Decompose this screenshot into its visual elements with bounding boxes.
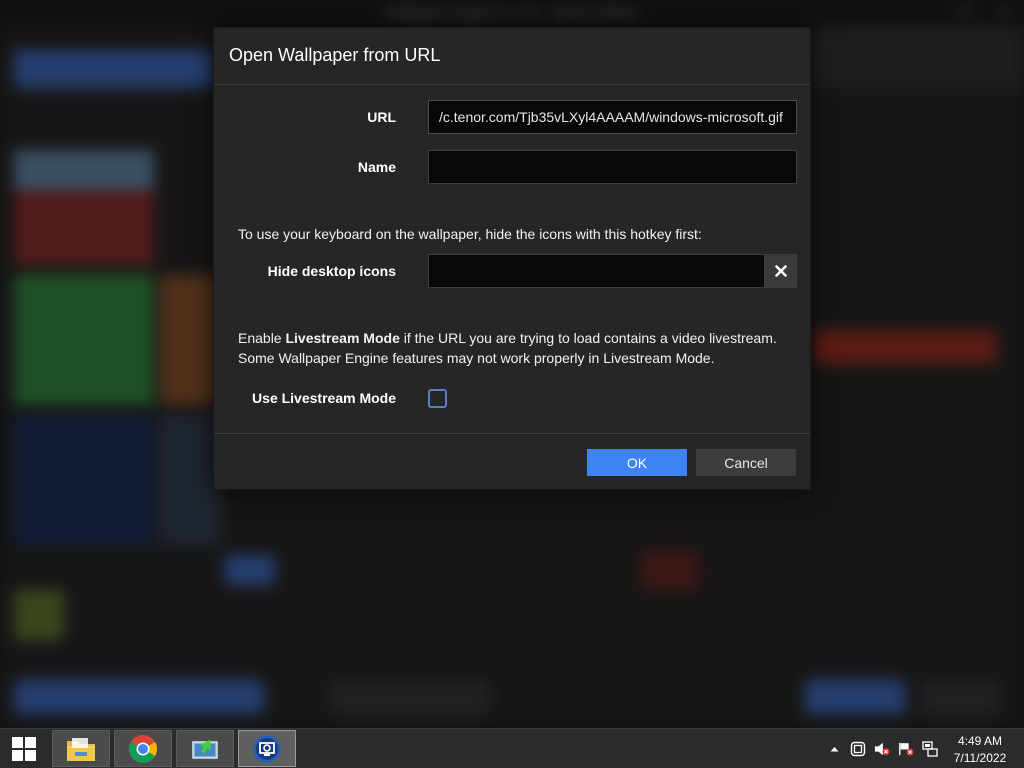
installer-icon [192, 739, 218, 759]
url-input[interactable] [428, 100, 797, 134]
livestream-info-suffix: if the URL you are trying to load contai… [399, 330, 777, 346]
livestream-checkbox[interactable] [428, 389, 447, 408]
taskbar-installer[interactable] [176, 730, 234, 767]
taskbar-clock[interactable]: 4:49 AM 7/11/2022 [944, 733, 1016, 767]
chrome-icon [129, 734, 157, 763]
action-center-flag-icon[interactable] [898, 741, 914, 757]
livestream-info-prefix: Enable [238, 330, 286, 346]
name-input[interactable] [428, 150, 797, 184]
livestream-info-text: Enable Livestream Mode if the URL you ar… [238, 328, 777, 368]
clock-time: 4:49 AM [957, 734, 1003, 748]
open-wallpaper-dialog: Open Wallpaper from URL URL Name To use … [213, 27, 811, 490]
close-icon [774, 265, 787, 277]
livestream-info-line2: Some Wallpaper Engine features may not w… [238, 350, 715, 366]
hide-icons-label: Hide desktop icons [267, 263, 396, 279]
dialog-footer-divider [214, 433, 810, 434]
hotkey-info-text: To use your keyboard on the wallpaper, h… [238, 226, 702, 242]
taskbar-file-explorer[interactable] [52, 730, 110, 767]
wallpaper-engine-icon [253, 735, 281, 762]
show-hidden-icons-chevron-icon[interactable] [826, 741, 842, 757]
folder-icon [67, 737, 95, 761]
clock-date: 7/11/2022 [953, 751, 1007, 765]
start-button[interactable] [0, 729, 48, 768]
volume-muted-icon[interactable] [874, 741, 890, 757]
livestream-label: Use Livestream Mode [252, 390, 396, 406]
taskbar-wallpaper-engine[interactable] [238, 730, 296, 767]
url-label: URL [367, 109, 396, 125]
clear-hotkey-button[interactable] [764, 254, 797, 288]
hide-icons-hotkey-input[interactable] [428, 254, 764, 288]
dialog-title: Open Wallpaper from URL [229, 45, 441, 65]
network-icon[interactable] [922, 741, 938, 757]
ok-button[interactable]: OK [587, 449, 687, 476]
cancel-button[interactable]: Cancel [696, 449, 796, 476]
name-label: Name [357, 159, 396, 175]
livestream-info-bold: Livestream Mode [285, 330, 400, 346]
wallpaper-engine-tray-icon[interactable] [850, 741, 866, 757]
taskbar-chrome[interactable] [114, 730, 172, 767]
taskbar: 4:49 AM 7/11/2022 [0, 728, 1024, 768]
windows-logo-icon [12, 737, 36, 761]
dialog-header: Open Wallpaper from URL [214, 28, 810, 85]
